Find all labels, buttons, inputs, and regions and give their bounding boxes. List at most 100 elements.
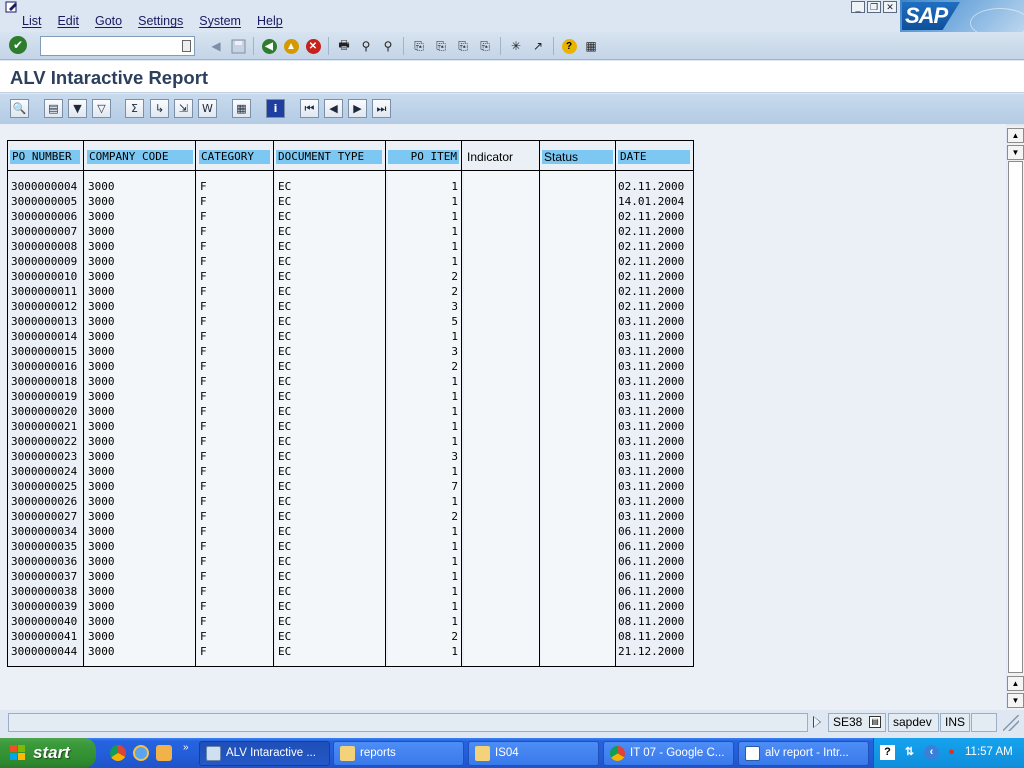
table-row[interactable]: 3000000040 3000 F EC 1 08.11.2000 [8,614,693,629]
cell-company-code[interactable]: 3000 [88,524,194,539]
task-alv-report-doc[interactable]: alv report - Intr... [738,741,869,766]
cell-date[interactable]: 06.11.2000 [618,584,691,599]
cell-document-type[interactable]: EC [278,179,384,194]
column-header-category[interactable]: CATEGORY [199,150,270,164]
cell-indicator[interactable] [464,479,538,494]
cell-po-number[interactable]: 3000000027 [11,509,83,524]
cell-indicator[interactable] [464,614,538,629]
cell-category[interactable]: F [200,284,272,299]
cell-date[interactable]: 03.11.2000 [618,494,691,509]
help-icon[interactable]: ? [560,37,578,55]
cell-company-code[interactable]: 3000 [88,599,194,614]
cell-status[interactable] [541,509,614,524]
status-message[interactable] [8,713,808,732]
cell-document-type[interactable]: EC [278,629,384,644]
cell-category[interactable]: F [200,569,272,584]
cell-document-type[interactable]: EC [278,254,384,269]
cell-company-code[interactable]: 3000 [88,194,194,209]
cell-status[interactable] [541,599,614,614]
find-icon[interactable]: ⚲ [357,37,375,55]
cell-date[interactable]: 06.11.2000 [618,554,691,569]
last-page-icon[interactable]: ⏭ [372,99,391,118]
status-mode[interactable]: INS [940,713,970,732]
cell-indicator[interactable] [464,344,538,359]
cell-status[interactable] [541,224,614,239]
cell-po-item[interactable]: 2 [388,509,458,524]
cell-category[interactable]: F [200,629,272,644]
cell-indicator[interactable] [464,584,538,599]
cell-document-type[interactable]: EC [278,449,384,464]
cell-po-number[interactable]: 3000000009 [11,254,83,269]
cell-po-number[interactable]: 3000000012 [11,299,83,314]
task-alv-report[interactable]: ALV Intaractive ... [199,741,330,766]
cell-category[interactable]: F [200,524,272,539]
cell-company-code[interactable]: 3000 [88,554,194,569]
cell-indicator[interactable] [464,524,538,539]
cell-status[interactable] [541,389,614,404]
cell-po-number[interactable]: 3000000004 [11,179,83,194]
cell-po-number[interactable]: 3000000040 [11,614,83,629]
table-row[interactable]: 3000000008 3000 F EC 1 02.11.2000 [8,239,693,254]
cell-po-number[interactable]: 3000000016 [11,359,83,374]
cell-category[interactable]: F [200,539,272,554]
cell-indicator[interactable] [464,569,538,584]
cell-category[interactable]: F [200,644,272,659]
scroll-down-arrow-icon[interactable]: ▼ [1007,693,1024,708]
cell-status[interactable] [541,179,614,194]
table-row[interactable]: 3000000026 3000 F EC 1 03.11.2000 [8,494,693,509]
cell-po-item[interactable]: 7 [388,479,458,494]
chrome-quicklaunch-icon[interactable] [110,745,126,761]
cell-category[interactable]: F [200,314,272,329]
cell-po-number[interactable]: 3000000035 [11,539,83,554]
cell-document-type[interactable]: EC [278,284,384,299]
scroll-thumb[interactable] [1008,161,1023,673]
menu-goto[interactable]: Goto [95,14,122,28]
cell-po-number[interactable]: 3000000008 [11,239,83,254]
cell-date[interactable]: 03.11.2000 [618,419,691,434]
cell-document-type[interactable]: EC [278,419,384,434]
cell-company-code[interactable]: 3000 [88,284,194,299]
resize-grip-icon[interactable] [1003,715,1019,731]
cell-indicator[interactable] [464,314,538,329]
cell-po-number[interactable]: 3000000020 [11,404,83,419]
cell-category[interactable]: F [200,269,272,284]
cell-po-number[interactable]: 3000000014 [11,329,83,344]
table-row[interactable]: 3000000013 3000 F EC 5 03.11.2000 [8,314,693,329]
first-page-icon[interactable]: ⏮ [300,99,319,118]
table-row[interactable]: 3000000011 3000 F EC 2 02.11.2000 [8,284,693,299]
cell-status[interactable] [541,344,614,359]
cell-status[interactable] [541,239,614,254]
system-info-icon[interactable]: ▤ [869,716,881,728]
table-row[interactable]: 3000000038 3000 F EC 1 06.11.2000 [8,584,693,599]
cell-status[interactable] [541,209,614,224]
cell-company-code[interactable]: 3000 [88,179,194,194]
menu-system[interactable]: System [199,14,241,28]
table-row[interactable]: 3000000039 3000 F EC 1 06.11.2000 [8,599,693,614]
table-row[interactable]: 3000000012 3000 F EC 3 02.11.2000 [8,299,693,314]
cell-document-type[interactable]: EC [278,404,384,419]
column-header-company-code[interactable]: COMPANY CODE [87,150,193,164]
table-row[interactable]: 3000000004 3000 F EC 1 02.11.2000 [8,179,693,194]
create-session-icon[interactable]: ✳ [507,37,525,55]
cell-company-code[interactable]: 3000 [88,299,194,314]
cell-status[interactable] [541,314,614,329]
word-icon[interactable]: W [198,99,217,118]
cell-po-number[interactable]: 3000000038 [11,584,83,599]
cell-status[interactable] [541,404,614,419]
cell-date[interactable]: 06.11.2000 [618,569,691,584]
cell-company-code[interactable]: 3000 [88,419,194,434]
cell-indicator[interactable] [464,539,538,554]
cell-date[interactable]: 06.11.2000 [618,599,691,614]
cell-status[interactable] [541,629,614,644]
cell-category[interactable]: F [200,509,272,524]
cell-date[interactable]: 02.11.2000 [618,254,691,269]
cell-po-item[interactable]: 5 [388,314,458,329]
previous-page-icon[interactable]: ◀ [324,99,343,118]
table-row[interactable]: 3000000024 3000 F EC 1 03.11.2000 [8,464,693,479]
cell-date[interactable]: 03.11.2000 [618,479,691,494]
cell-document-type[interactable]: EC [278,374,384,389]
cell-status[interactable] [541,269,614,284]
cell-status[interactable] [541,359,614,374]
table-row[interactable]: 3000000010 3000 F EC 2 02.11.2000 [8,269,693,284]
table-row[interactable]: 3000000016 3000 F EC 2 03.11.2000 [8,359,693,374]
